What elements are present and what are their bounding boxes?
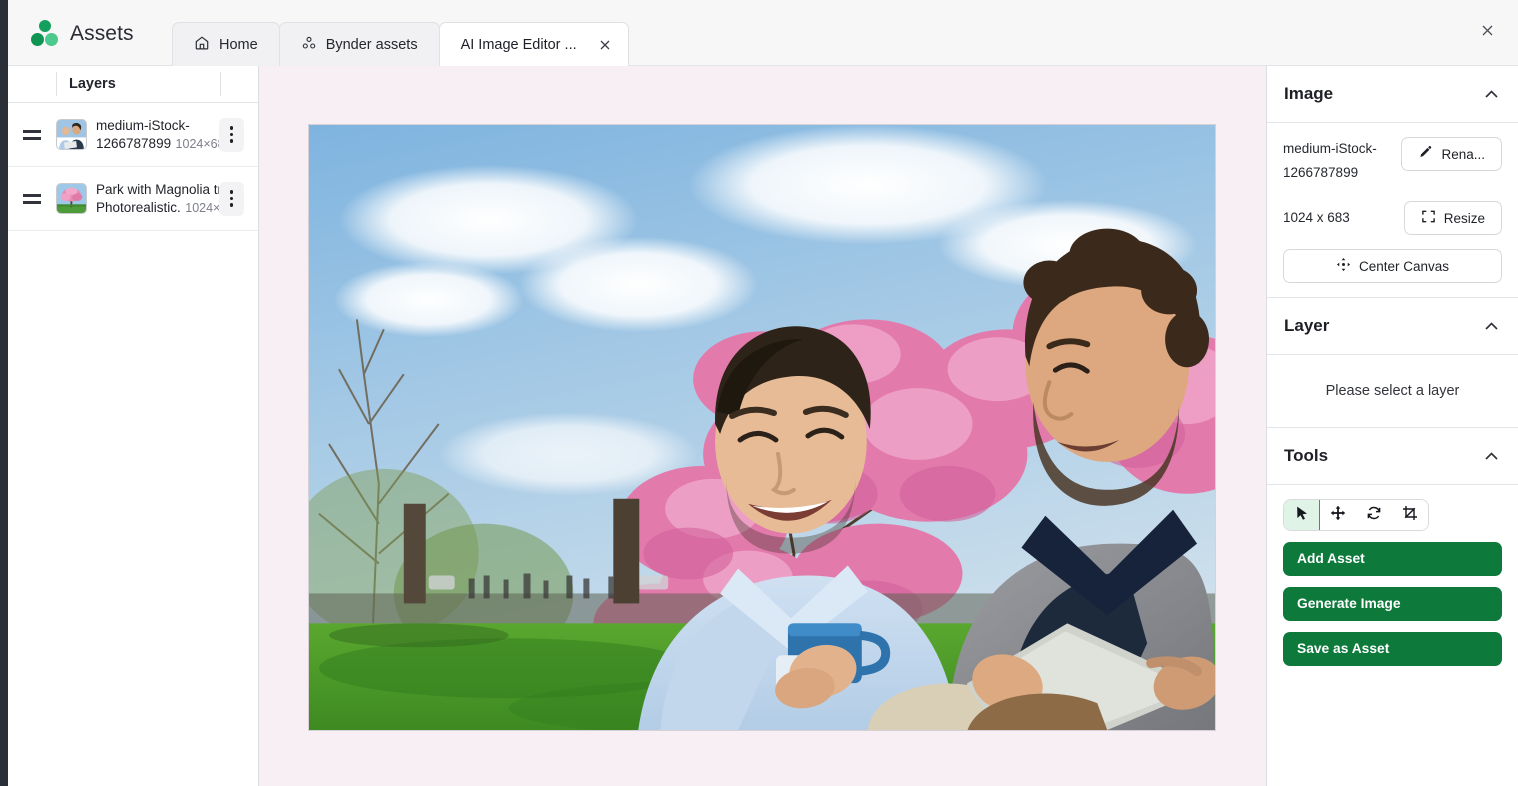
layer-section-header[interactable]: Layer: [1267, 298, 1518, 355]
resize-label: Resize: [1443, 210, 1485, 226]
assets-three-dots-logo-icon: [30, 20, 60, 48]
tool-strip: [1283, 499, 1429, 531]
drag-handle-icon[interactable]: [8, 193, 56, 204]
tab-bar: Home Bynder assets AI Image Editor ...: [172, 22, 629, 66]
two-men-with-tablet-thumbnail: [56, 119, 87, 150]
tab-ai-image-editor[interactable]: AI Image Editor ...: [438, 22, 629, 66]
tab-bynder-assets[interactable]: Bynder assets: [278, 22, 440, 66]
list-item[interactable]: Park with Magnolia tree. Photorealistic.…: [8, 167, 258, 231]
layers-panel: Layers medium-iStock-1266787899 1024×683…: [8, 66, 259, 786]
tools-section-body: Add Asset Generate Image Save as Asset: [1267, 485, 1518, 682]
add-asset-button[interactable]: Add Asset: [1283, 542, 1502, 576]
rename-label: Rena...: [1441, 146, 1485, 162]
move-tool[interactable]: [1320, 500, 1356, 530]
image-name-row: medium-iStock-1266787899 Rena...: [1283, 137, 1502, 185]
window-close-icon[interactable]: [1475, 18, 1499, 42]
center-canvas-label: Center Canvas: [1358, 258, 1450, 274]
top-bar: Assets Home Bynder assets AI Image Edito…: [8, 0, 1518, 66]
chevron-up-icon[interactable]: [1482, 447, 1501, 466]
rotate-refresh-icon: [1366, 505, 1382, 526]
crop-tool[interactable]: [1392, 500, 1428, 530]
chevron-up-icon[interactable]: [1482, 317, 1501, 336]
expand-corners-icon: [1421, 209, 1436, 227]
cursor-arrow-icon: [1294, 505, 1310, 526]
layers-header: Layers: [8, 66, 258, 103]
center-canvas-button[interactable]: Center Canvas: [1283, 249, 1502, 283]
tab-home[interactable]: Home: [172, 22, 280, 66]
move-cross-icon: [1336, 257, 1351, 275]
crop-icon: [1402, 505, 1418, 526]
kebab-menu-icon[interactable]: [219, 117, 244, 152]
layer-section-title: Layer: [1284, 316, 1330, 335]
resize-button[interactable]: Resize: [1403, 201, 1502, 235]
generate-image-button[interactable]: Generate Image: [1283, 587, 1502, 621]
image-section-body: medium-iStock-1266787899 Rena... 1024 x …: [1267, 123, 1518, 298]
app-window: Assets Home Bynder assets AI Image Edito…: [0, 0, 1518, 786]
image-dimensions-row: 1024 x 683 Resize: [1283, 201, 1502, 235]
tools-section-header[interactable]: Tools: [1267, 428, 1518, 485]
image-section-title: Image: [1284, 84, 1334, 103]
brand-name: Assets: [70, 22, 134, 45]
tab-ai-image-editor-label: AI Image Editor ...: [460, 36, 577, 53]
canvas-area[interactable]: [259, 66, 1266, 786]
home-icon: [194, 35, 210, 55]
move-arrows-icon: [1330, 505, 1346, 526]
drag-handle-icon[interactable]: [8, 129, 56, 140]
layers-title: Layers: [69, 76, 116, 92]
layer-empty-message: Please select a layer: [1325, 383, 1460, 399]
canvas-image[interactable]: [308, 124, 1216, 731]
tab-home-label: Home: [219, 36, 258, 53]
tab-close-icon[interactable]: [596, 36, 614, 54]
image-dimensions: 1024 x 683: [1283, 210, 1350, 225]
pencil-icon: [1418, 145, 1433, 163]
image-section-header[interactable]: Image: [1267, 66, 1518, 123]
save-as-asset-button[interactable]: Save as Asset: [1283, 632, 1502, 666]
rotate-tool[interactable]: [1356, 500, 1392, 530]
magnolia-tree-park-thumbnail: [56, 183, 87, 214]
layer-section-body: Please select a layer: [1267, 355, 1518, 428]
right-panel: Image medium-iStock-1266787899 Rena... 1…: [1266, 66, 1518, 786]
rename-button[interactable]: Rena...: [1401, 137, 1502, 171]
tab-bynder-assets-label: Bynder assets: [325, 36, 418, 53]
left-rail: [0, 0, 8, 786]
tools-section-title: Tools: [1284, 446, 1329, 465]
kebab-menu-icon[interactable]: [219, 181, 244, 216]
three-dots-icon: [301, 35, 317, 55]
select-tool[interactable]: [1284, 500, 1320, 530]
image-file-name: medium-iStock-1266787899: [1283, 141, 1377, 180]
list-item[interactable]: medium-iStock-1266787899 1024×683: [8, 103, 258, 167]
chevron-up-icon[interactable]: [1482, 85, 1501, 104]
brand: Assets: [30, 20, 134, 48]
